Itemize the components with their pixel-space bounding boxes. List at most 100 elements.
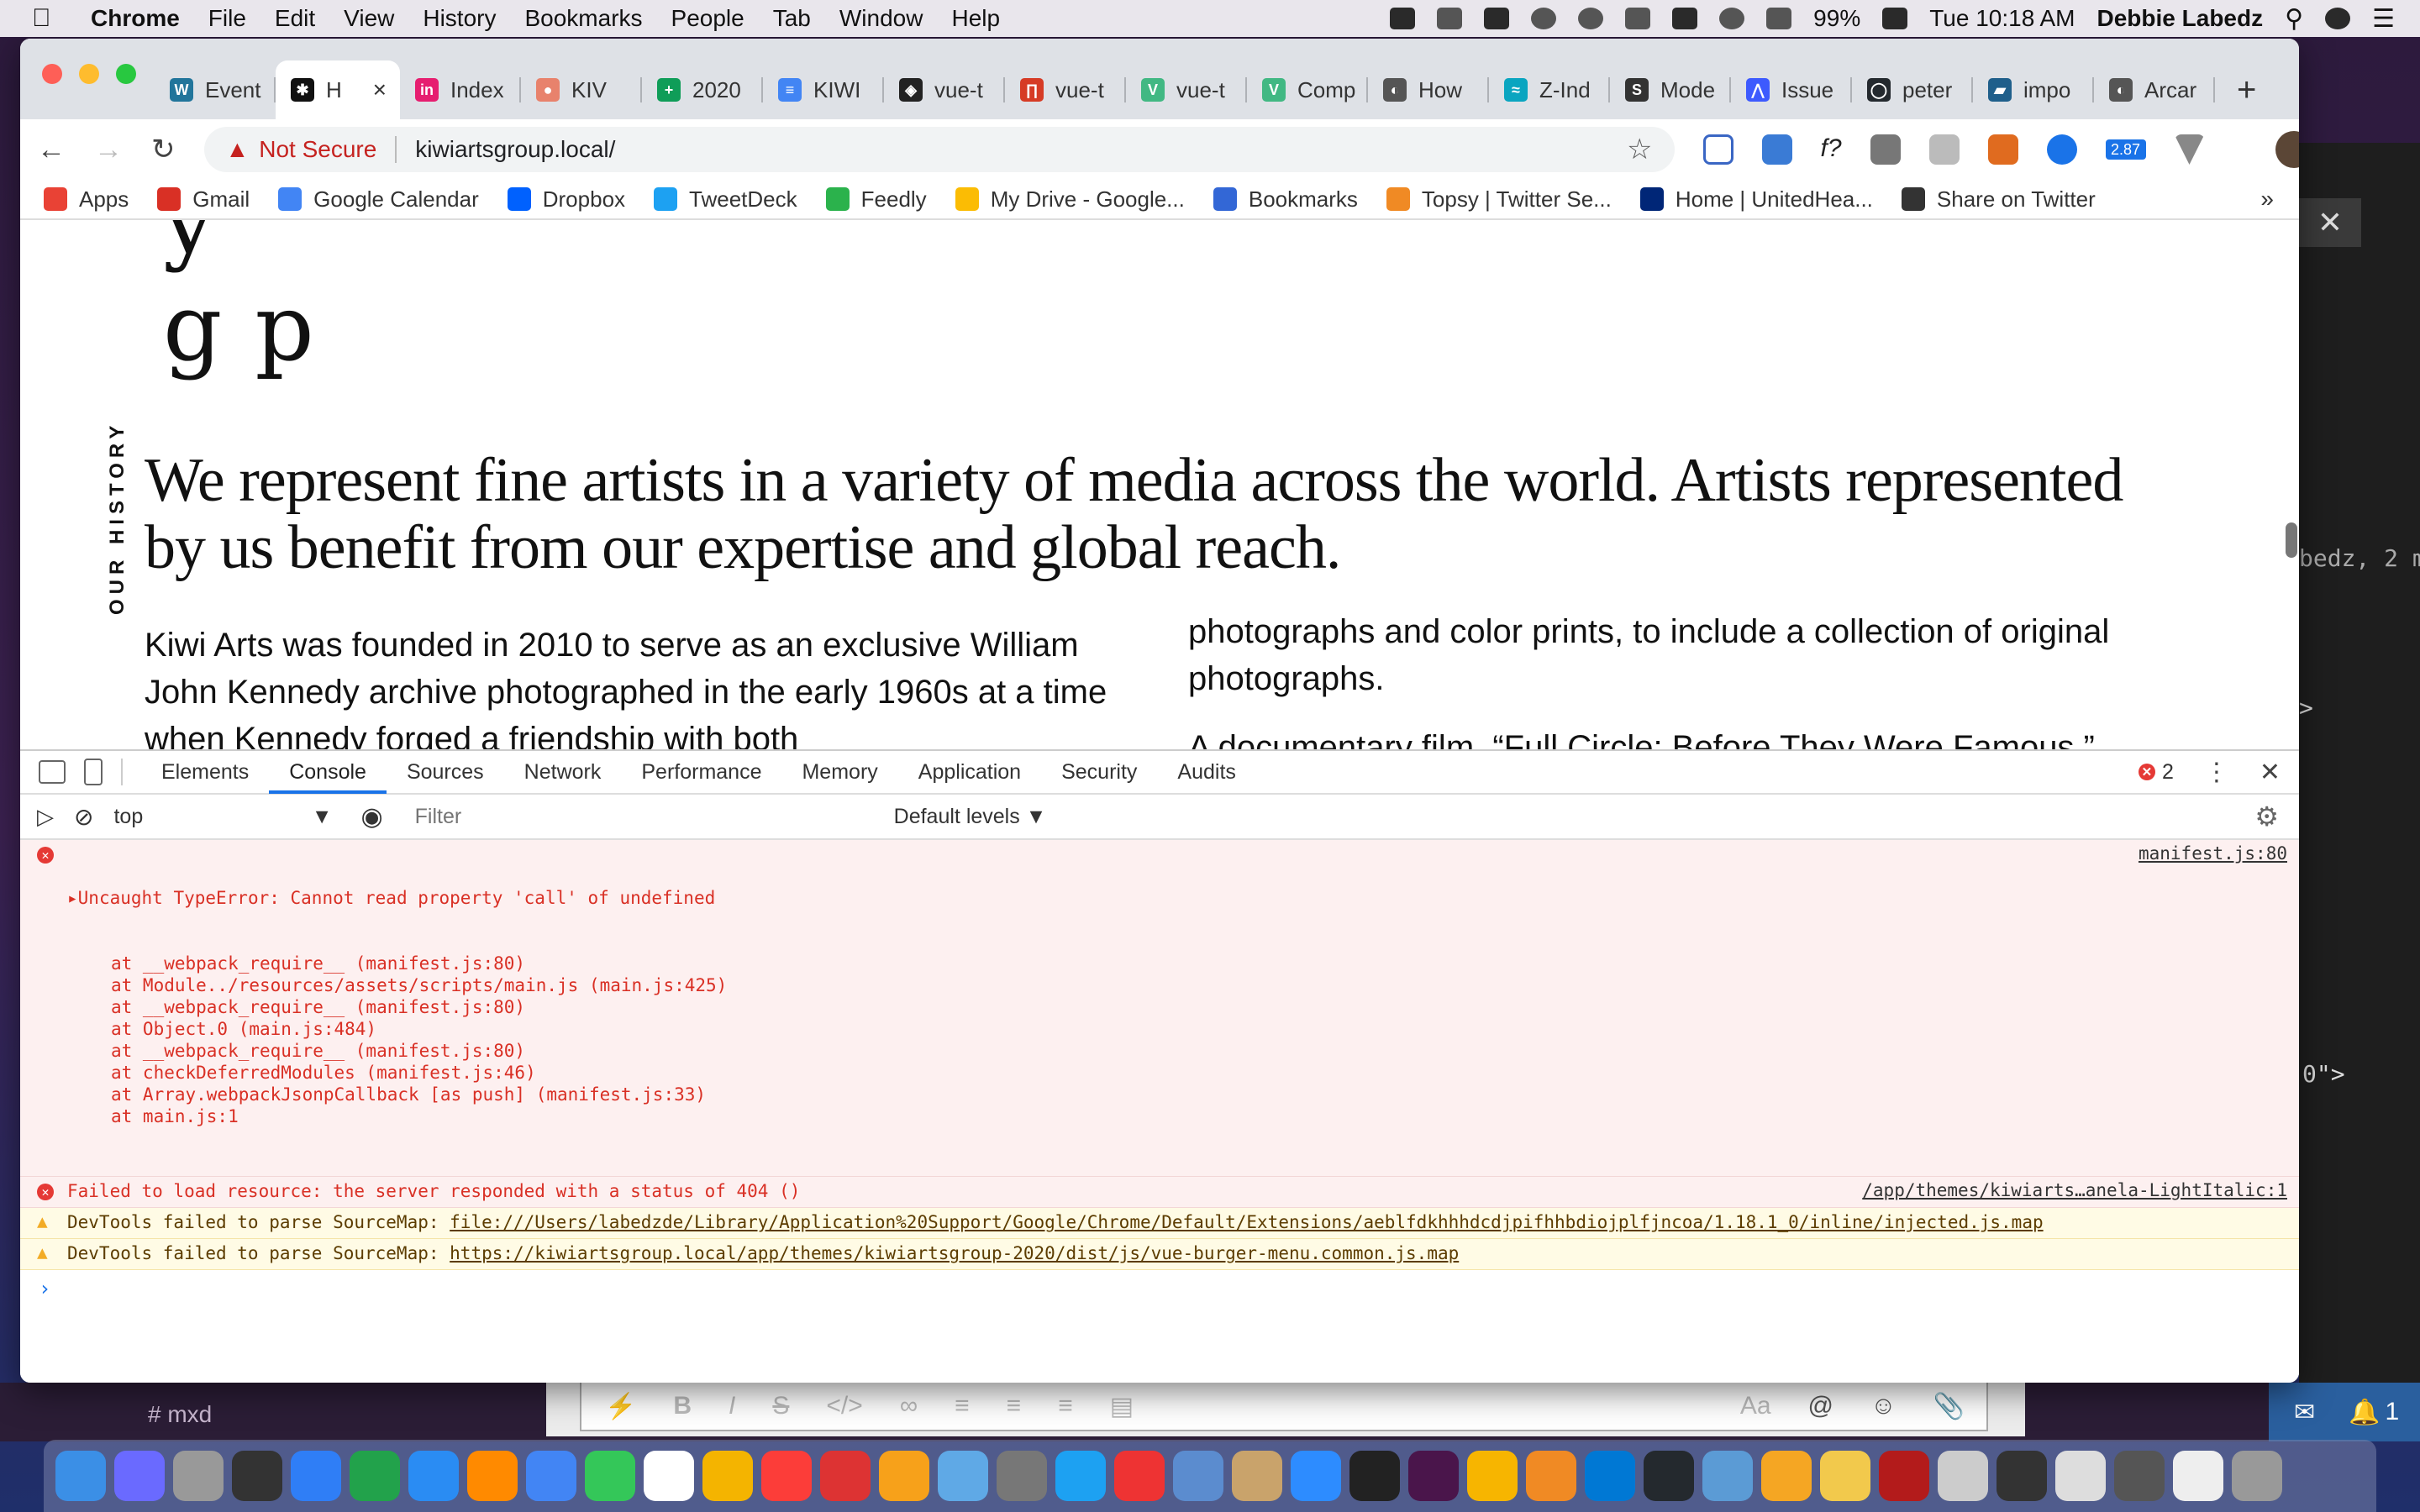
new-tab-button[interactable]: +	[2237, 60, 2256, 119]
devtools-menu-icon[interactable]: ⋮	[2204, 758, 2229, 787]
bookmark-item[interactable]: Gmail	[157, 186, 250, 213]
vue-devtools-ext-icon[interactable]	[2174, 134, 2205, 165]
browser-tab[interactable]: ≡ KIWI	[763, 60, 884, 119]
menu-tab[interactable]: Tab	[773, 5, 811, 32]
devtools-tab-sources[interactable]: Sources	[387, 750, 504, 794]
dock-app-icon[interactable]	[1644, 1451, 1694, 1501]
menu-window[interactable]: Window	[839, 5, 923, 32]
dock-app-icon[interactable]	[938, 1451, 988, 1501]
dock-app-icon[interactable]	[1055, 1451, 1106, 1501]
apple-icon[interactable]: 	[32, 4, 66, 33]
device-toolbar-icon[interactable]	[84, 759, 103, 785]
dock-app-icon[interactable]	[173, 1451, 224, 1501]
devtools-tab-console[interactable]: Console	[269, 750, 387, 794]
error-source-link[interactable]: manifest.js:80	[2139, 843, 2287, 1171]
console-error-404[interactable]: ✕ Failed to load resource: the server re…	[20, 1177, 2299, 1208]
dock-app-icon[interactable]	[820, 1451, 871, 1501]
browser-tab[interactable]: S Mode	[1610, 60, 1731, 119]
spotlight-icon[interactable]: ⚲	[2285, 4, 2303, 34]
dock-app-icon[interactable]	[291, 1451, 341, 1501]
browser-tab[interactable]: ⋀ Issue	[1731, 60, 1852, 119]
notification-icon[interactable]: 🔔	[2349, 1398, 2380, 1427]
stack-frame[interactable]: at Module../resources/assets/scripts/mai…	[111, 974, 2139, 996]
bookmark-item[interactable]: Google Calendar	[278, 186, 479, 213]
dock-app-icon[interactable]	[467, 1451, 518, 1501]
siri-icon[interactable]	[2325, 8, 2351, 29]
devtools-tab-elements[interactable]: Elements	[141, 750, 269, 794]
dock-app-icon[interactable]	[585, 1451, 635, 1501]
bookmarks-overflow-icon[interactable]: »	[2260, 186, 2274, 213]
back-button[interactable]: ←	[37, 134, 66, 166]
forward-button[interactable]: →	[94, 134, 123, 166]
browser-tab[interactable]: V Comp	[1247, 60, 1368, 119]
menu-app-name[interactable]: Chrome	[91, 5, 180, 32]
dock-app-icon[interactable]	[1114, 1451, 1165, 1501]
address-bar[interactable]: ▲ Not Secure kiwiartsgroup.local/ ☆	[203, 127, 1675, 172]
bluetooth-icon[interactable]	[1625, 8, 1651, 29]
404-source-link[interactable]: /app/themes/kiwiarts…anela-LightItalic:1	[1862, 1180, 2287, 1202]
live-expression-eye-icon[interactable]: ◉	[360, 802, 382, 832]
browser-tab[interactable]: ◯ peter	[1852, 60, 1973, 119]
code-block-icon[interactable]: ▤	[1110, 1392, 1134, 1421]
bookmark-item[interactable]: Feedly	[825, 186, 927, 213]
lighthouse-ext-icon[interactable]	[1987, 134, 2018, 165]
dock-app-icon[interactable]	[1879, 1451, 1929, 1501]
console-error-typeerror[interactable]: ✕ ▸Uncaught TypeError: Cannot read prope…	[20, 840, 2299, 1177]
context-selector[interactable]: top ▼	[113, 805, 340, 829]
dock-app-icon[interactable]	[1349, 1451, 1400, 1501]
dock-app-icon[interactable]	[702, 1451, 753, 1501]
attach-icon[interactable]: 📎	[1933, 1392, 1965, 1421]
dock-app-icon[interactable]	[879, 1451, 929, 1501]
sync-status-icon[interactable]	[1531, 8, 1557, 29]
stack-frame[interactable]: at main.js:1	[111, 1105, 2139, 1127]
bookmark-item[interactable]: TweetDeck	[654, 186, 797, 213]
devtools-tab-performance[interactable]: Performance	[621, 750, 781, 794]
menu-people[interactable]: People	[671, 5, 744, 32]
screenshot-ext-icon[interactable]	[1761, 134, 1792, 165]
browser-tab[interactable]: +2020	[642, 60, 763, 119]
quote-icon[interactable]: ≡	[1058, 1392, 1073, 1420]
mention-icon[interactable]: @	[1808, 1392, 1833, 1421]
inspect-element-icon[interactable]	[39, 760, 66, 784]
devtools-tab-security[interactable]: Security	[1041, 750, 1157, 794]
bookmark-item[interactable]: Home | UnitedHea...	[1639, 186, 1873, 213]
browser-tab[interactable]: W Event	[155, 60, 276, 119]
stack-frame[interactable]: at Array.webpackJsonpCallback [as push] …	[111, 1084, 2139, 1105]
dock-app-icon[interactable]	[114, 1451, 165, 1501]
error-counter[interactable]: ✕ 2	[2138, 760, 2174, 785]
slack-channel-name[interactable]: # mxd	[148, 1401, 212, 1428]
browser-tab[interactable]: ≈ Z-Ind	[1489, 60, 1610, 119]
format-toggle-icon[interactable]: Aa	[1740, 1392, 1771, 1421]
bookmark-star-icon[interactable]: ☆	[1627, 133, 1652, 166]
notification-center-icon[interactable]: ☰	[2372, 4, 2395, 34]
console-sidebar-toggle-icon[interactable]: ▷	[37, 804, 54, 830]
devtools-tab-network[interactable]: Network	[504, 750, 622, 794]
browser-tab[interactable]: ▰ impo	[1973, 60, 2094, 119]
browser-tab[interactable]: ✱ H ×	[276, 60, 400, 119]
devtools-tab-memory[interactable]: Memory	[781, 750, 897, 794]
dock-app-icon[interactable]	[526, 1451, 576, 1501]
browser-tab[interactable]: in Index	[400, 60, 521, 119]
menu-file[interactable]: File	[208, 5, 246, 32]
log-levels-dropdown[interactable]: Default levels ▼	[894, 805, 1047, 829]
dock-app-icon[interactable]	[2173, 1451, 2223, 1501]
dock-app-icon[interactable]	[1938, 1451, 1988, 1501]
menu-view[interactable]: View	[344, 5, 394, 32]
paint-ext-icon[interactable]	[1870, 134, 1901, 165]
dock-app-icon[interactable]	[1702, 1451, 1753, 1501]
dock-app-icon[interactable]	[2055, 1451, 2106, 1501]
menu-edit[interactable]: Edit	[275, 5, 315, 32]
console-settings-gear-icon[interactable]: ⚙	[2254, 801, 2279, 832]
close-tab-icon[interactable]: ×	[373, 76, 387, 103]
menu-user[interactable]: Debbie Labedz	[2097, 5, 2264, 32]
menu-history[interactable]: History	[423, 5, 496, 32]
url-text[interactable]: kiwiartsgroup.local/	[415, 136, 615, 163]
menu-bookmarks[interactable]: Bookmarks	[524, 5, 642, 32]
stack-frame[interactable]: at Object.0 (main.js:484)	[111, 1018, 2139, 1040]
devtools-close-icon[interactable]: ✕	[2260, 758, 2281, 787]
zoom-window-button[interactable]	[116, 64, 136, 84]
bh-ext-icon[interactable]	[1928, 134, 1960, 165]
strike-icon[interactable]: S	[772, 1392, 789, 1420]
dock-app-icon[interactable]	[408, 1451, 459, 1501]
browser-tab[interactable]: ◈ vue-t	[884, 60, 1005, 119]
